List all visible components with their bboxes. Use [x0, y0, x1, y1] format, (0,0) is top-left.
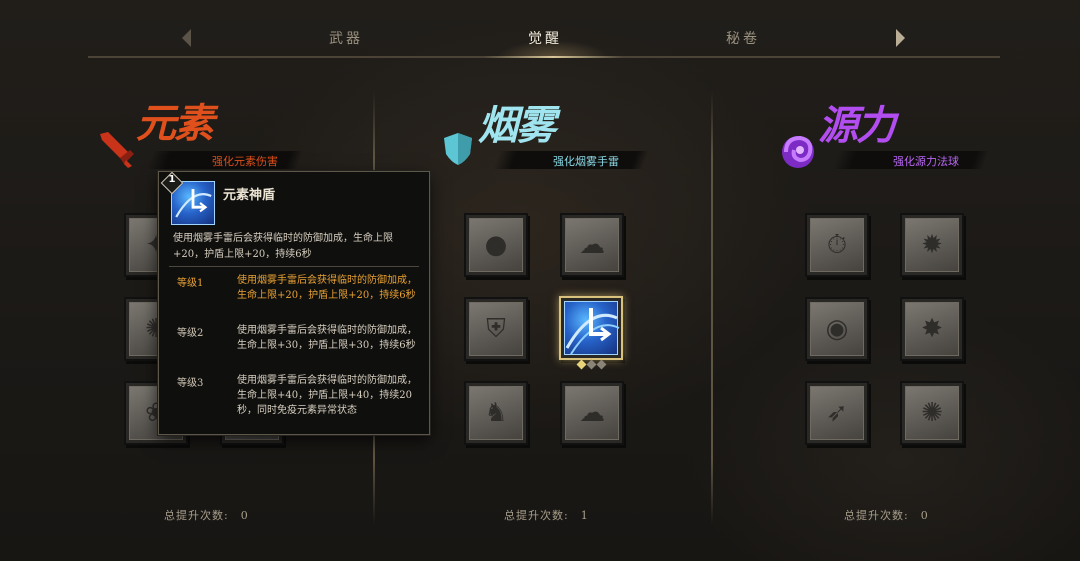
- level-1-text: 使用烟雾手雷后会获得临时的防御加成，生命上限+20，护盾上限+20，持续6秒: [237, 275, 417, 301]
- level-2-label: 等级2: [177, 328, 204, 339]
- smoke-cloud-icon: ☁: [579, 398, 605, 428]
- skill-slot-arrow-face[interactable]: ➶: [805, 381, 869, 445]
- element-shield-icon: [565, 308, 620, 355]
- skill-slot-smoke-cloud[interactable]: ☁: [560, 381, 624, 445]
- orb-icon: ◉: [825, 314, 849, 344]
- shield-icon: [444, 133, 472, 165]
- skill-tooltip: 1 元素神盾 使用烟雾手雷后会获得临时的防御加成，生命上限+20，护盾上限+20…: [158, 171, 430, 435]
- level-2-text: 使用烟雾手雷后会获得临时的防御加成，生命上限+30，护盾上限+30，持续6秒: [237, 325, 417, 351]
- element-title: 元素: [136, 100, 214, 147]
- arrow-face-icon: ➶: [826, 398, 848, 428]
- skill-slot-armor[interactable]: ⛨: [464, 297, 528, 361]
- crouch-icon: ♞: [484, 398, 508, 428]
- mask-icon: ☁: [579, 230, 605, 260]
- column-divider: [711, 92, 713, 524]
- active-tab-underline: [483, 56, 623, 58]
- level-3-label: 等级3: [177, 378, 204, 389]
- sword-icon: [100, 132, 134, 168]
- level-pip-empty: [586, 359, 597, 370]
- tab-bar: 武器 觉醒 秘卷: [88, 20, 1000, 58]
- count-value: 1: [580, 509, 589, 522]
- tooltip-title: 元素神盾: [223, 188, 276, 203]
- source-title: 源力: [818, 102, 896, 149]
- count-label: 总提升次数:: [504, 509, 569, 522]
- level-1-label: 等级1: [177, 278, 204, 289]
- tab-awaken[interactable]: 觉醒: [528, 28, 562, 48]
- burst-icon: ✸: [921, 314, 943, 344]
- level-pip-filled: [576, 359, 587, 370]
- level-3-text: 使用烟雾手雷后会获得临时的防御加成，生命上限+40，护盾上限+40，持续20秒，…: [237, 375, 417, 416]
- smoke-upgrade-count: 总提升次数: 1: [504, 507, 589, 523]
- skill-slot-blast[interactable]: ✺: [900, 381, 964, 445]
- tab-weapon[interactable]: 武器: [329, 28, 363, 48]
- element-shield-icon: [175, 189, 212, 218]
- element-subtitle: 强化元素伤害: [212, 155, 278, 168]
- level-pip-empty: [596, 359, 607, 370]
- tooltip-separator: [169, 266, 419, 267]
- element-upgrade-count: 总提升次数: 0: [164, 507, 249, 523]
- orb-swirl-icon: [782, 135, 814, 168]
- skill-slot-mask[interactable]: ☁: [560, 213, 624, 277]
- skill-slot-crouch[interactable]: ♞: [464, 381, 528, 445]
- armor-icon: ⛨: [486, 313, 506, 344]
- smoke-subtitle: 强化烟雾手雷: [553, 155, 619, 168]
- explosion-icon: ✹: [921, 230, 943, 260]
- skill-slot-orb[interactable]: ◉: [805, 297, 869, 361]
- grenade-icon: ●: [484, 230, 508, 260]
- count-label: 总提升次数:: [164, 509, 229, 522]
- tab-next-arrow-icon[interactable]: [896, 29, 905, 47]
- tooltip-description: 使用烟雾手雷后会获得临时的防御加成，生命上限+20，护盾上限+20，持续6秒: [173, 233, 393, 260]
- skill-slot-explosion[interactable]: ✹: [900, 213, 964, 277]
- skill-slot-burst[interactable]: ✸: [900, 297, 964, 361]
- level-badge-number: 1: [168, 174, 176, 185]
- level-pips: [576, 359, 608, 372]
- smoke-title: 烟雾: [478, 102, 556, 149]
- source-upgrade-count: 总提升次数: 0: [844, 507, 929, 523]
- skill-slot-timer[interactable]: ⏱: [805, 213, 869, 277]
- tab-scroll[interactable]: 秘卷: [726, 28, 760, 48]
- source-subtitle: 强化源力法球: [893, 155, 959, 168]
- blast-icon: ✺: [921, 398, 943, 428]
- count-value: 0: [920, 509, 929, 522]
- tab-prev-arrow-icon[interactable]: [182, 29, 191, 47]
- skill-slot-element-shield[interactable]: [559, 296, 623, 360]
- skill-slot-grenade[interactable]: ●: [464, 213, 528, 277]
- count-label: 总提升次数:: [844, 509, 909, 522]
- timer-icon: ⏱: [826, 229, 848, 260]
- count-value: 0: [240, 509, 249, 522]
